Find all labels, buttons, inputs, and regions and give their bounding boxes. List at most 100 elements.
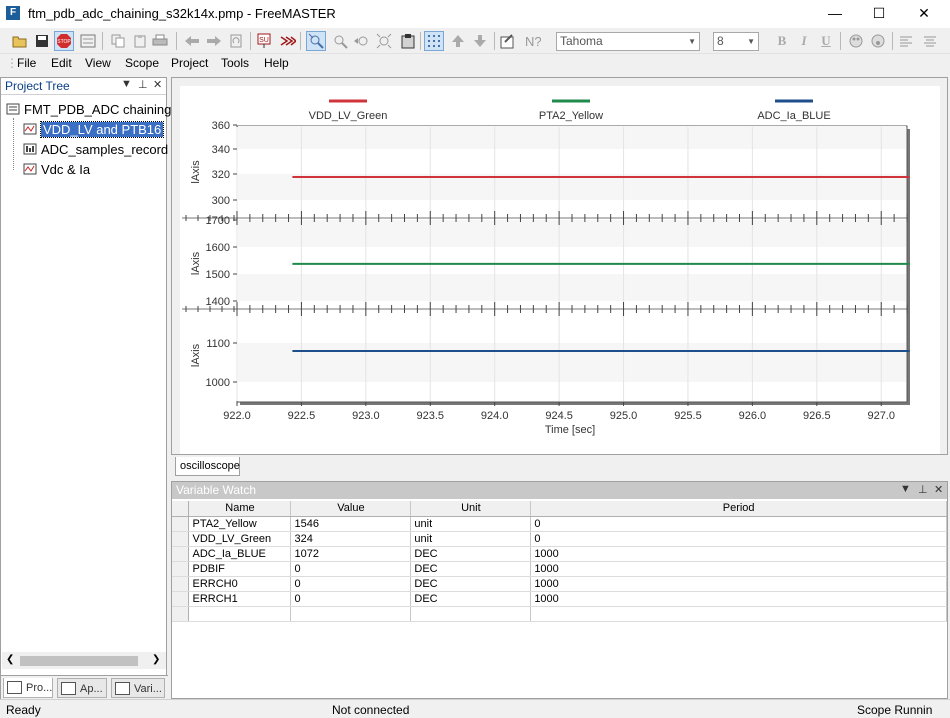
cell-empty[interactable] <box>410 606 532 622</box>
grid-icon[interactable] <box>424 31 444 51</box>
scroll-left-icon[interactable]: ❮ <box>6 654 14 665</box>
table-row[interactable]: VDD_LV_Green 324 unit 0 <box>172 531 947 547</box>
scrollbar-thumb[interactable] <box>20 656 138 666</box>
row-header[interactable] <box>172 516 190 532</box>
comm-settings-icon[interactable]: SU <box>256 31 276 51</box>
cell-empty[interactable] <box>530 606 947 622</box>
pin-icon[interactable]: ⊥ <box>918 483 928 496</box>
row-header[interactable] <box>172 561 190 577</box>
cell-name[interactable]: PDBIF <box>188 561 292 577</box>
save-icon[interactable] <box>32 31 52 51</box>
cell-period[interactable]: 1000 <box>530 561 947 577</box>
cell-value[interactable]: 1072 <box>290 546 412 562</box>
cell-name[interactable]: ERRCH0 <box>188 576 292 592</box>
horizontal-scrollbar[interactable]: ❮ ❯ <box>2 652 166 669</box>
copy-icon[interactable] <box>108 31 128 51</box>
column-header-name[interactable]: Name <box>188 501 292 517</box>
cell-unit[interactable]: unit <box>410 531 532 547</box>
tab-variables[interactable]: Vari... <box>111 678 165 698</box>
table-row[interactable]: PTA2_Yellow 1546 unit 0 <box>172 516 947 532</box>
tab-project[interactable]: Pro... <box>3 678 53 698</box>
color-icon[interactable] <box>846 31 866 51</box>
arrow-up-icon[interactable] <box>448 31 468 51</box>
properties-icon[interactable] <box>78 31 98 51</box>
tree-item-vdd-lv-scope[interactable]: VDD_LV and PTB16 <box>23 121 165 139</box>
row-header[interactable] <box>172 591 190 607</box>
table-row[interactable]: ERRCH1 0 DEC 1000 <box>172 591 947 607</box>
cell-value[interactable]: 324 <box>290 531 412 547</box>
close-panel-icon[interactable]: ✕ <box>934 483 943 496</box>
tree-item-vdc-ia-scope[interactable]: Vdc & Ia <box>23 161 90 179</box>
cell-unit[interactable]: DEC <box>410 576 532 592</box>
chevron-down-icon[interactable]: ▼ <box>121 78 132 90</box>
zoom-select-icon[interactable] <box>306 31 326 51</box>
column-header-period[interactable]: Period <box>530 501 947 517</box>
row-header[interactable] <box>172 546 190 562</box>
table-row[interactable]: ADC_Ia_BLUE 1072 DEC 1000 <box>172 546 947 562</box>
cell-period[interactable]: 0 <box>530 516 947 532</box>
column-header-value[interactable]: Value <box>290 501 412 517</box>
font-name-select[interactable]: Tahoma ▼ <box>556 32 700 51</box>
paste-icon[interactable] <box>130 31 150 51</box>
cell-period[interactable]: 1000 <box>530 546 947 562</box>
menu-tools[interactable]: Tools <box>221 56 249 70</box>
cell-value[interactable]: 0 <box>290 591 412 607</box>
menu-view[interactable]: View <box>85 56 111 70</box>
row-header[interactable] <box>172 531 190 547</box>
italic-button[interactable]: I <box>794 31 814 51</box>
underline-button[interactable]: U <box>816 31 836 51</box>
cell-period[interactable]: 1000 <box>530 591 947 607</box>
cell-unit[interactable]: DEC <box>410 561 532 577</box>
arrow-down-icon[interactable] <box>470 31 490 51</box>
font-size-select[interactable]: 8 ▼ <box>713 32 759 51</box>
background-color-icon[interactable] <box>868 31 888 51</box>
row-header[interactable] <box>172 606 190 622</box>
print-icon[interactable] <box>150 31 170 51</box>
oscilloscope-chart[interactable]: VDD_LV_Green PTA2_Yellow ADC_Ia_BLUE 360 340… <box>172 78 947 454</box>
cell-period[interactable]: 0 <box>530 531 947 547</box>
tab-app-commands[interactable]: Ap... <box>57 678 107 698</box>
clipboard-icon[interactable] <box>398 31 418 51</box>
bold-button[interactable]: B <box>772 31 792 51</box>
cell-value[interactable]: 0 <box>290 576 412 592</box>
cell-value[interactable]: 0 <box>290 561 412 577</box>
menu-file[interactable]: File <box>17 56 36 70</box>
menu-project[interactable]: Project <box>171 56 208 70</box>
cell-name[interactable]: ERRCH1 <box>188 591 292 607</box>
cell-empty[interactable] <box>290 606 412 622</box>
maximize-button[interactable]: ☐ <box>861 4 897 24</box>
fast-forward-icon[interactable] <box>278 31 298 51</box>
cell-name[interactable]: VDD_LV_Green <box>188 531 292 547</box>
menu-help[interactable]: Help <box>264 56 289 70</box>
minimize-button[interactable]: — <box>817 4 853 24</box>
align-left-icon[interactable] <box>896 31 916 51</box>
scroll-right-icon[interactable]: ❯ <box>152 654 160 665</box>
zoom-in-icon[interactable] <box>330 31 350 51</box>
tree-item-adc-recorder[interactable]: ADC_samples_record <box>23 141 168 159</box>
help-icon[interactable]: N? <box>522 31 542 51</box>
pin-icon[interactable]: ⊥ <box>138 78 148 91</box>
cell-name[interactable]: PTA2_Yellow <box>188 516 292 532</box>
cell-unit[interactable]: DEC <box>410 591 532 607</box>
row-header[interactable] <box>172 576 190 592</box>
cell-period[interactable]: 1000 <box>530 576 947 592</box>
back-arrow-icon[interactable] <box>182 31 202 51</box>
refresh-icon[interactable] <box>226 31 246 51</box>
menu-scope[interactable]: Scope <box>125 56 159 70</box>
zoom-fit-icon[interactable] <box>374 31 394 51</box>
close-panel-icon[interactable]: ✕ <box>153 78 162 91</box>
cell-unit[interactable]: DEC <box>410 546 532 562</box>
close-button[interactable]: ✕ <box>906 4 942 24</box>
column-header-unit[interactable]: Unit <box>410 501 532 517</box>
cell-empty[interactable] <box>188 606 292 622</box>
table-row-empty[interactable] <box>172 606 947 622</box>
cell-name[interactable]: ADC_Ia_BLUE <box>188 546 292 562</box>
cell-value[interactable]: 1546 <box>290 516 412 532</box>
table-row[interactable]: PDBIF 0 DEC 1000 <box>172 561 947 577</box>
tree-item-project[interactable]: FMT_PDB_ADC chaining <box>6 101 171 119</box>
align-center-icon[interactable] <box>920 31 940 51</box>
open-folder-icon[interactable] <box>10 31 30 51</box>
menu-edit[interactable]: Edit <box>51 56 72 70</box>
table-row[interactable]: ERRCH0 0 DEC 1000 <box>172 576 947 592</box>
zoom-out-icon[interactable] <box>352 31 372 51</box>
